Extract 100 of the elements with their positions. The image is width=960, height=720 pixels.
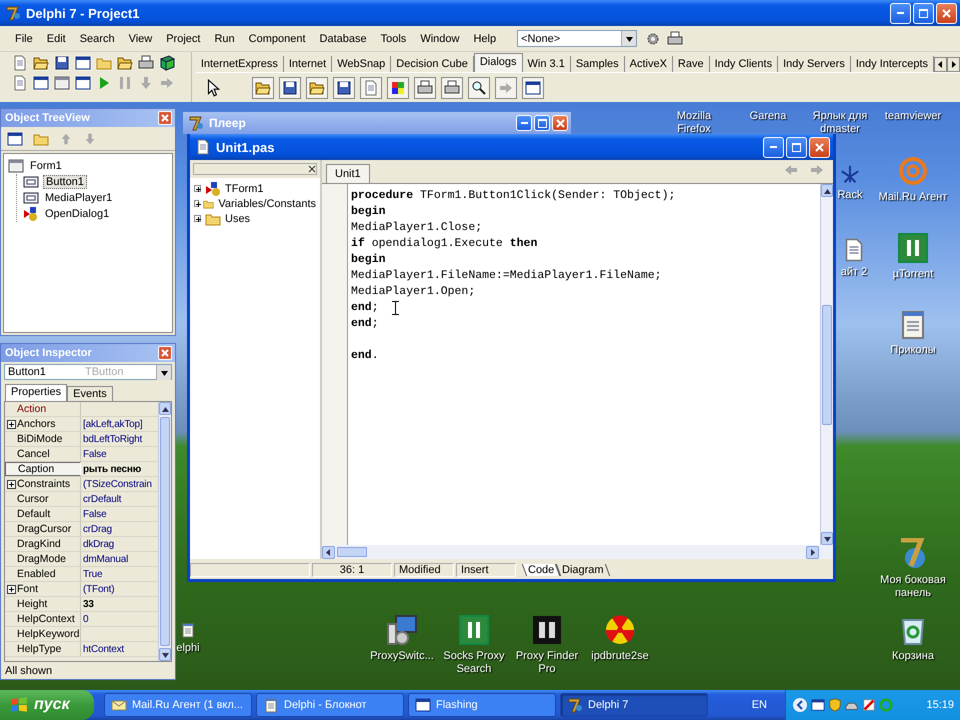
taskbar-button[interactable]: Delphi - Блокнот (256, 693, 404, 717)
tree-item[interactable]: MediaPlayer1 (43, 192, 114, 204)
menu-item[interactable]: Run (207, 30, 242, 48)
folder-open-icon[interactable] (117, 55, 133, 71)
close-button[interactable] (809, 136, 830, 158)
palette-tab[interactable]: InternetExpress (196, 56, 284, 72)
desktop-icon-label[interactable]: teamviewer (884, 110, 942, 123)
window-icon[interactable] (75, 75, 91, 91)
palette-tab[interactable]: Internet (284, 56, 332, 72)
desktop-icon-label[interactable]: Proxy Finder Pro (516, 650, 578, 676)
property-row[interactable]: DragMode dmManual (5, 552, 158, 567)
window-icon[interactable] (7, 130, 23, 146)
grid-icon[interactable] (390, 80, 406, 96)
property-row[interactable]: Font (TFont) (5, 582, 158, 597)
desktop-icon-label[interactable]: Ярлык для dmaster (812, 110, 868, 136)
property-row[interactable]: HelpContext 0 (5, 612, 158, 627)
view-tab[interactable]: Code (522, 564, 560, 576)
expand-icon[interactable] (194, 215, 201, 222)
palette-tab[interactable]: WebSnap (332, 56, 392, 72)
close-button[interactable] (158, 111, 172, 125)
property-row[interactable]: Action (5, 402, 158, 417)
horizontal-scrollbar[interactable] (322, 545, 833, 559)
expand-icon[interactable] (7, 420, 16, 428)
expand-icon[interactable] (7, 480, 16, 488)
desktop-icon-label[interactable]: ProxySwitc... (370, 650, 434, 663)
blocked-icon[interactable] (862, 698, 876, 712)
palette-tab[interactable]: Win 3.1 (522, 56, 571, 72)
tree-item[interactable]: OpenDialog1 (43, 208, 112, 220)
minimize-button[interactable] (890, 2, 911, 24)
folder-open-icon[interactable] (308, 80, 325, 96)
menu-item[interactable]: Help (466, 30, 504, 48)
window-icon[interactable] (524, 80, 541, 96)
printer-icon[interactable] (444, 80, 460, 96)
palette-tab[interactable]: Samples (570, 56, 625, 72)
maximize-button[interactable] (786, 136, 807, 158)
menu-item[interactable]: Window (413, 30, 466, 48)
palette-tab[interactable]: ActiveX (624, 56, 673, 72)
taskbar-button[interactable]: Flashing (408, 693, 556, 717)
maximize-button[interactable] (534, 115, 550, 131)
scroll-left-button[interactable] (934, 57, 947, 72)
property-row[interactable]: Default False (5, 507, 158, 522)
magnifier-icon[interactable] (470, 80, 487, 96)
property-row[interactable]: Anchors [akLeft,akTop] (5, 417, 158, 432)
property-row[interactable]: DragCursor crDrag (5, 522, 158, 537)
tree-item[interactable]: Form1 (28, 160, 64, 172)
gear-icon[interactable] (645, 30, 662, 46)
tree-item[interactable]: Variables/Constants (218, 198, 316, 210)
menu-item[interactable]: Component (242, 30, 313, 48)
palette-tab[interactable]: Indy Clients (710, 56, 778, 72)
taskbar-button[interactable]: Mail.Ru Агент (1 вкл... (104, 693, 252, 717)
inspector-tab[interactable]: Events (67, 386, 113, 401)
printer-icon[interactable] (667, 30, 684, 46)
palette-tab[interactable]: Dialogs (474, 53, 523, 72)
menu-item[interactable]: Edit (40, 30, 73, 48)
app-tile-icon[interactable] (897, 232, 929, 264)
radiation-icon[interactable] (604, 614, 636, 646)
minimize-button[interactable] (763, 136, 784, 158)
vertical-scrollbar[interactable] (820, 184, 833, 545)
start-button[interactable]: пуск (0, 690, 94, 720)
app-tile-icon[interactable] (458, 614, 490, 646)
tree-item[interactable]: TForm1 (225, 182, 264, 194)
desktop-icon-label[interactable]: ipdbrute2se (591, 650, 649, 663)
tree-item[interactable]: Uses (225, 212, 250, 224)
menu-item[interactable]: File (8, 30, 40, 48)
desktop-icon-label[interactable]: Mozilla Firefox (659, 110, 729, 136)
form-icon[interactable] (54, 75, 70, 91)
component-selector[interactable]: Button1 TButton (4, 364, 172, 380)
window-icon[interactable] (33, 75, 49, 91)
property-row[interactable]: HelpType htContext (5, 642, 158, 657)
close-button[interactable] (158, 346, 172, 360)
property-row[interactable]: Cursor crDefault (5, 492, 158, 507)
expand-icon[interactable] (7, 584, 16, 594)
menu-item[interactable]: Tools (374, 30, 414, 48)
tree-item[interactable]: Button1 (43, 175, 87, 189)
desktop-icon-label[interactable]: Socks Proxy Search (443, 650, 505, 676)
page-icon[interactable] (12, 75, 28, 91)
folder-open-icon[interactable] (33, 55, 49, 71)
expand-icon[interactable] (194, 185, 201, 192)
property-row[interactable]: Height 33 (5, 597, 158, 612)
desktop-icon-label[interactable]: Моя боковая панель (880, 574, 946, 600)
scroll-thumb[interactable] (337, 547, 367, 557)
menu-item[interactable]: Search (72, 30, 122, 48)
page-icon[interactable] (12, 55, 28, 71)
desktop-icon-label[interactable]: Корзина (892, 650, 934, 663)
close-button[interactable] (936, 2, 957, 24)
property-row[interactable]: HelpKeyword (5, 627, 158, 642)
desktop-icon-label[interactable]: Garena (750, 110, 786, 123)
scroll-right-button[interactable] (947, 57, 960, 72)
chevron-icon[interactable] (792, 697, 808, 713)
taskbar-button[interactable]: Delphi 7 (560, 693, 708, 717)
close-button[interactable] (552, 115, 568, 131)
expand-icon[interactable] (194, 200, 200, 207)
menu-item[interactable]: Project (159, 30, 208, 48)
language-indicator[interactable]: EN (752, 699, 767, 711)
property-row[interactable]: BiDiMode bdLeftToRight (5, 432, 158, 447)
app-tile-icon[interactable] (531, 614, 563, 646)
window-icon[interactable] (811, 698, 825, 712)
desktop-icon-label[interactable]: elphi (176, 642, 200, 655)
maximize-button[interactable] (913, 2, 934, 24)
property-row[interactable]: Enabled True (5, 567, 158, 582)
